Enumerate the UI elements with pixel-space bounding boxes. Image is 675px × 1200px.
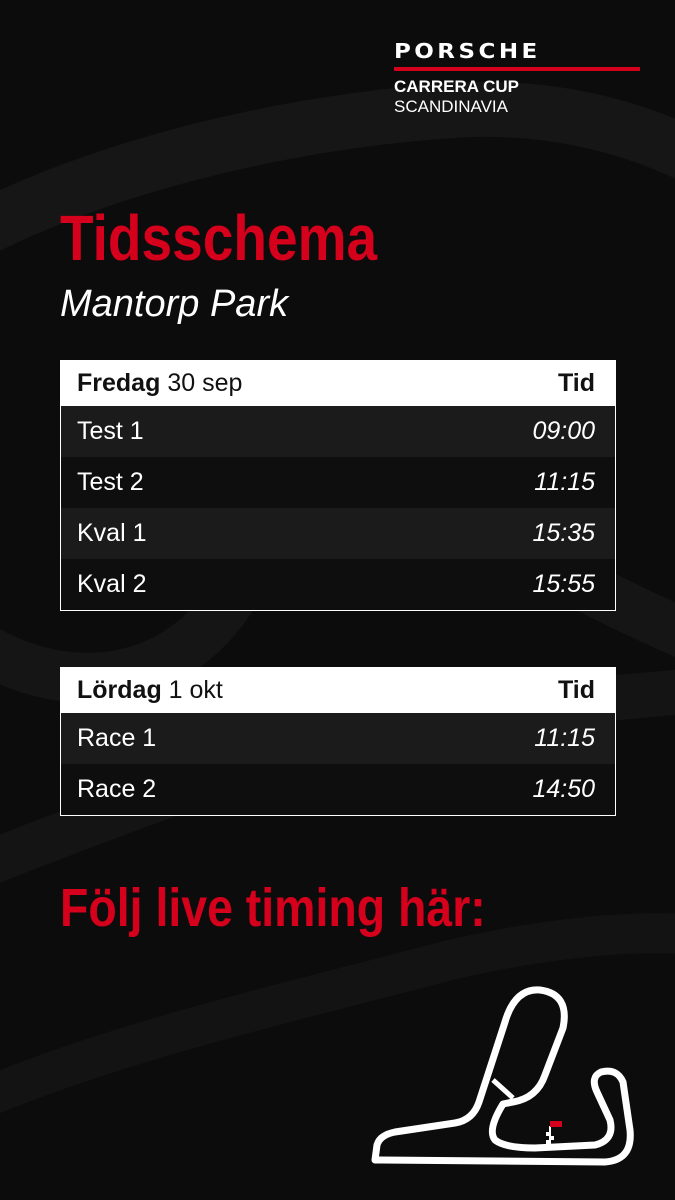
track-map-icon [371, 986, 634, 1166]
session-time: 11:15 [534, 724, 595, 752]
series-name: CARRERA CUP [394, 77, 519, 96]
friday-schedule-table: Fredag 30 sep Tid Test 1 09:00 Test 2 11… [60, 360, 616, 611]
day-date: 1 okt [168, 676, 223, 704]
table-row: Race 2 14:50 [61, 764, 615, 815]
porsche-wordmark: PORSCHE [394, 39, 541, 63]
table-row: Race 1 11:15 [61, 713, 615, 764]
page-title: Tidsschema [60, 202, 378, 274]
brand-logo: PORSCHE CARRERA CUP SCANDINAVIA [394, 40, 640, 117]
day-heading: Lördag 1 okt [77, 676, 223, 705]
session-name: Test 1 [77, 417, 144, 445]
table-row: Kval 2 15:55 [61, 559, 615, 610]
saturday-schedule-table: Lördag 1 okt Tid Race 1 11:15 Race 2 14:… [60, 667, 616, 816]
session-name: Test 2 [77, 468, 144, 496]
session-time: 09:00 [532, 417, 595, 445]
session-time: 11:15 [534, 468, 595, 496]
table-header: Fredag 30 sep Tid [61, 361, 615, 406]
live-timing-cta: Följ live timing här: [60, 878, 486, 938]
time-column-header: Tid [557, 676, 595, 704]
session-time: 15:55 [532, 570, 595, 598]
day-name: Fredag [77, 369, 161, 397]
day-name: Lördag [77, 676, 162, 704]
table-row: Kval 1 15:35 [61, 508, 615, 559]
table-header: Lördag 1 okt Tid [61, 668, 615, 713]
brand-red-line [394, 67, 640, 71]
table-row: Test 2 11:15 [61, 457, 615, 508]
session-name: Race 2 [77, 775, 157, 803]
time-column-header: Tid [557, 369, 595, 397]
day-date: 30 sep [167, 369, 243, 397]
page-subtitle: Mantorp Park [60, 283, 289, 325]
session-time: 15:35 [532, 519, 595, 547]
series-region: SCANDINAVIA [394, 97, 508, 116]
session-name: Kval 2 [77, 570, 147, 598]
session-time: 14:50 [532, 775, 595, 803]
session-name: Kval 1 [77, 519, 147, 547]
session-name: Race 1 [77, 724, 157, 752]
table-row: Test 1 09:00 [61, 406, 615, 457]
day-heading: Fredag 30 sep [77, 369, 242, 398]
